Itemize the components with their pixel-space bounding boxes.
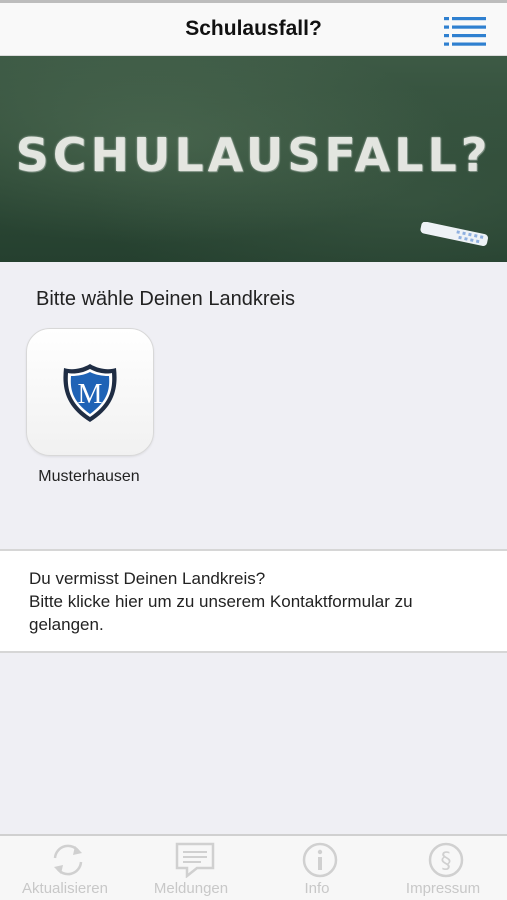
contact-line-1: Du vermisst Deinen Landkreis?: [29, 569, 266, 588]
tab-label: Info: [304, 880, 330, 897]
info-icon: [302, 842, 338, 878]
paragraph-icon: §: [428, 842, 464, 878]
district-label: Musterhausen: [38, 468, 140, 485]
section-title: Bitte wähle Deinen Landkreis: [36, 288, 296, 310]
tab-aktualisieren[interactable]: Aktualisieren: [2, 836, 128, 900]
shield-m-icon: M: [63, 364, 117, 422]
menu-button[interactable]: [444, 16, 486, 46]
page-title: Schulausfall?: [185, 17, 322, 40]
message-icon: [175, 842, 215, 878]
chalkboard-banner: SCHULAUSFALL?: [0, 56, 507, 262]
contact-line-2: Bitte klicke hier um zu unserem Kontaktf…: [29, 592, 413, 634]
contact-form-link[interactable]: Du vermisst Deinen Landkreis? Bitte klic…: [0, 549, 507, 653]
tab-bar: Aktualisieren Meldungen Info § Impressum: [0, 834, 507, 900]
tab-label: Meldungen: [153, 880, 229, 897]
district-tile-musterhausen[interactable]: M: [26, 328, 154, 456]
tab-label: Impressum: [405, 880, 481, 897]
contact-text: Du vermisst Deinen Landkreis? Bitte klic…: [29, 567, 469, 636]
tab-info[interactable]: Info: [254, 836, 380, 900]
tab-meldungen[interactable]: Meldungen: [128, 836, 254, 900]
refresh-icon: [53, 844, 83, 876]
header-bar: Schulausfall?: [0, 0, 507, 56]
banner-title: SCHULAUSFALL?: [15, 128, 492, 182]
chalk-icon: [420, 222, 488, 247]
tab-impressum[interactable]: § Impressum: [380, 836, 506, 900]
list-menu-icon: [444, 17, 486, 46]
svg-text:§: §: [441, 849, 452, 874]
tab-label: Aktualisieren: [22, 880, 108, 897]
badge-letter: M: [78, 379, 103, 410]
